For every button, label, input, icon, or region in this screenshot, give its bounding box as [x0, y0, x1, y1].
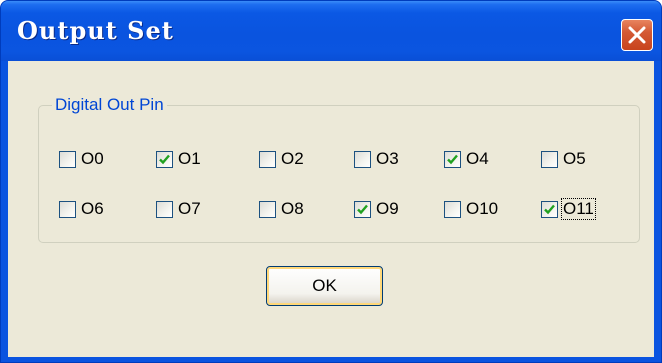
- checkbox-o9[interactable]: O9: [354, 197, 400, 221]
- ok-button[interactable]: OK: [266, 266, 383, 306]
- checkbox-o1[interactable]: O1: [156, 147, 202, 171]
- dialog-client-area: Digital Out Pin O0 O1 O2 O3 O4 O5 O6 O7 …: [8, 61, 654, 357]
- checkbox-box[interactable]: [444, 200, 461, 218]
- checkmark-icon: [544, 204, 555, 214]
- checkbox-box[interactable]: [444, 150, 461, 168]
- checkbox-o0[interactable]: O0: [59, 147, 105, 171]
- checkbox-box[interactable]: [259, 150, 276, 168]
- checkbox-o11[interactable]: O11: [541, 197, 596, 221]
- checkbox-o8[interactable]: O8: [259, 197, 305, 221]
- checkbox-label: O9: [376, 199, 399, 218]
- checkbox-box[interactable]: [156, 200, 173, 218]
- checkbox-o10[interactable]: O10: [444, 197, 499, 221]
- checkbox-label: O11: [561, 198, 596, 220]
- checkmark-icon: [159, 154, 170, 164]
- checkbox-box[interactable]: [541, 150, 558, 168]
- checkbox-label: O1: [178, 149, 201, 168]
- group-label: Digital Out Pin: [52, 92, 167, 118]
- checkbox-o3[interactable]: O3: [354, 147, 400, 171]
- checkbox-box[interactable]: [354, 200, 371, 218]
- checkbox-label: O5: [563, 149, 586, 168]
- close-icon: [628, 26, 646, 44]
- checkbox-o4[interactable]: O4: [444, 147, 490, 171]
- checkmark-icon: [447, 154, 458, 164]
- checkbox-label: O2: [281, 149, 304, 168]
- checkbox-o6[interactable]: O6: [59, 197, 105, 221]
- checkbox-label: O10: [466, 199, 499, 218]
- checkbox-label: O3: [376, 149, 399, 168]
- checkbox-label: O7: [178, 199, 201, 218]
- checkbox-box[interactable]: [541, 200, 558, 218]
- checkbox-label: O4: [466, 149, 489, 168]
- checkbox-label: O8: [281, 199, 304, 218]
- checkbox-box[interactable]: [59, 150, 76, 168]
- checkmark-icon: [357, 204, 368, 214]
- digital-out-pin-group: Digital Out Pin: [38, 92, 640, 243]
- close-button[interactable]: [621, 19, 653, 51]
- checkbox-label: O6: [81, 199, 104, 218]
- checkbox-o5[interactable]: O5: [541, 147, 587, 171]
- checkbox-o2[interactable]: O2: [259, 147, 305, 171]
- checkbox-box[interactable]: [156, 150, 173, 168]
- window-title: Output Set: [17, 16, 174, 45]
- output-set-dialog: Output Set Digital Out Pin O0 O1 O2 O3 O…: [0, 0, 662, 363]
- checkbox-label: O0: [81, 149, 104, 168]
- checkbox-box[interactable]: [354, 150, 371, 168]
- checkbox-box[interactable]: [259, 200, 276, 218]
- checkbox-box[interactable]: [59, 200, 76, 218]
- title-bar[interactable]: Output Set: [1, 1, 661, 61]
- checkbox-o7[interactable]: O7: [156, 197, 202, 221]
